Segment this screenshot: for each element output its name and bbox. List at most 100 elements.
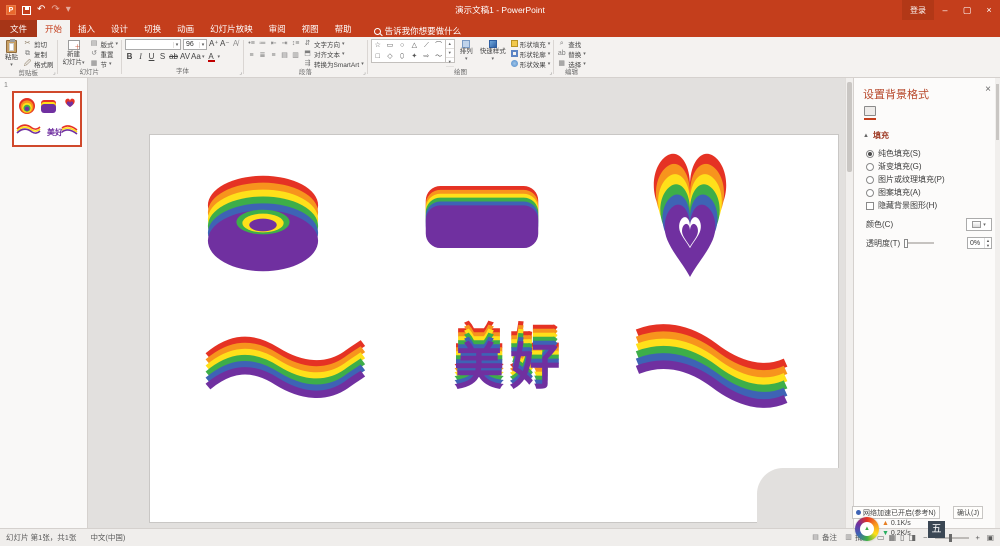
drawing-dialog-launcher[interactable]: ⌟ <box>549 70 552 76</box>
tab-design[interactable]: 设计 <box>103 20 136 37</box>
cut-button[interactable]: ✂剪切 <box>23 39 54 48</box>
strikethrough-button[interactable]: ab <box>169 52 178 61</box>
justify-icon[interactable]: ▤ <box>280 52 289 59</box>
section-button[interactable]: ▦节▾ <box>90 59 119 68</box>
radio-icon[interactable] <box>866 189 874 197</box>
quick-styles-button[interactable]: 快速样式▾ <box>478 39 508 63</box>
shrink-font-button[interactable]: A⁻ <box>220 39 229 50</box>
shape-wave-icon[interactable]: 〜 <box>433 51 445 62</box>
paragraph-dialog-launcher[interactable]: ⌟ <box>363 70 366 76</box>
option-pattern-fill[interactable]: 图案填充(A) <box>866 187 921 198</box>
checkbox-icon[interactable] <box>866 202 874 210</box>
tab-view[interactable]: 视图 <box>294 20 327 37</box>
pane-close-button[interactable]: × <box>982 84 994 95</box>
redo-icon[interactable]: ↷ <box>51 5 59 15</box>
fit-slide-button[interactable]: ▣ <box>987 533 994 542</box>
bold-button[interactable]: B <box>125 52 134 61</box>
align-center-icon[interactable]: ≣ <box>258 52 267 59</box>
option-solid-fill[interactable]: 纯色填充(S) <box>866 148 921 159</box>
transparency-slider[interactable] <box>904 242 934 244</box>
word-art-text[interactable]: 美好 <box>435 331 585 403</box>
transparency-spinbox[interactable]: 0% ▲▼ <box>967 237 992 249</box>
replace-button[interactable]: ab替换▾ <box>557 49 586 58</box>
align-left-icon[interactable]: ≡ <box>247 52 256 59</box>
shape-arrow-icon[interactable]: ⇨ <box>420 51 432 62</box>
tab-insert[interactable]: 插入 <box>70 20 103 37</box>
sign-in-button[interactable]: 登录 <box>902 0 934 20</box>
fill-bucket-icon[interactable] <box>864 106 876 116</box>
tab-slideshow[interactable]: 幻灯片放映 <box>202 20 261 37</box>
clear-format-button[interactable]: A̸ <box>231 39 240 50</box>
canvas-scrollbar-thumb[interactable] <box>847 82 852 172</box>
change-case-button[interactable]: Aa <box>191 52 200 61</box>
paste-button[interactable]: 粘贴▾ <box>3 39 20 69</box>
option-picture-fill[interactable]: 图片或纹理填充(P) <box>866 174 945 185</box>
notes-toggle[interactable]: ▤备注 <box>811 532 837 543</box>
slider-thumb[interactable] <box>904 239 908 248</box>
underline-button[interactable]: U <box>147 52 156 61</box>
shape-line-icon[interactable]: ⟋ <box>420 40 432 51</box>
shape-triangle-icon[interactable]: △ <box>408 40 420 51</box>
minimize-button[interactable]: – <box>934 0 956 20</box>
tab-help[interactable]: 帮助 <box>327 20 360 37</box>
radio-icon[interactable] <box>866 163 874 171</box>
undo-icon[interactable]: ↶ <box>37 5 45 15</box>
maximize-button[interactable]: ▢ <box>956 0 978 20</box>
new-slide-button[interactable]: 新建 幻灯片▾ <box>61 39 87 68</box>
language-indicator[interactable]: 中文(中国) <box>90 532 125 543</box>
shape-square-icon[interactable]: □ <box>372 51 384 62</box>
copy-button[interactable]: ⧉复制 <box>23 49 54 58</box>
tell-me-box[interactable]: 告诉我你想要做什么 <box>374 25 462 37</box>
shape-rect-icon[interactable]: ▭ <box>384 40 396 51</box>
gallery-scroll[interactable]: ▲▼▼ <box>445 40 454 62</box>
slide[interactable]: 美好 <box>150 135 838 522</box>
layout-button[interactable]: ▤版式▾ <box>90 39 119 48</box>
canvas-scrollbar[interactable] <box>845 78 853 528</box>
radio-icon[interactable] <box>866 150 874 158</box>
tab-animations[interactable]: 动画 <box>169 20 202 37</box>
char-spacing-button[interactable]: A︎V <box>180 52 189 61</box>
zoom-in-button[interactable]: + <box>976 533 980 542</box>
align-right-icon[interactable]: ≡ <box>269 52 278 59</box>
rainbow-wave-left-shape[interactable] <box>192 330 378 404</box>
line-spacing-icon[interactable]: ↕≡ <box>291 40 300 47</box>
slide-thumbnail-1[interactable]: 美好 <box>12 91 82 147</box>
ime-indicator[interactable]: 五 <box>928 521 945 538</box>
color-picker-button[interactable]: ▾ <box>966 218 992 231</box>
arrange-button[interactable]: 排列▾ <box>458 39 475 63</box>
pane-scrollbar[interactable] <box>995 78 1000 528</box>
shape-diamond-icon[interactable]: ◇ <box>384 51 396 62</box>
zoom-out-button[interactable]: − <box>923 533 927 542</box>
close-button[interactable]: × <box>978 0 1000 20</box>
tab-home[interactable]: 开始 <box>37 20 70 37</box>
network-speed-ball[interactable] <box>855 517 879 541</box>
shape-arc-icon[interactable]: ⌒ <box>433 40 445 51</box>
shapes-gallery[interactable]: ☆ ▭ ○ △ ⟋ ⌒ □ ◇ ⬯ ✦ ⇨ 〜 ▲▼▼ <box>371 39 455 63</box>
fill-section-header[interactable]: ▲ 填充 <box>863 130 889 141</box>
font-color-button[interactable]: A <box>207 52 216 61</box>
clipboard-dialog-launcher[interactable]: ⌟ <box>53 70 56 76</box>
radio-icon[interactable] <box>866 176 874 184</box>
grow-font-button[interactable]: A⁺ <box>209 39 218 50</box>
shape-fill-button[interactable]: 形状填充▾ <box>511 39 551 48</box>
font-size-combo[interactable]: 96▾ <box>183 39 207 50</box>
rainbow-ring-shape[interactable] <box>202 165 324 283</box>
shape-star2-icon[interactable]: ✦ <box>408 51 420 62</box>
rainbow-roundrect-shape[interactable] <box>422 186 542 250</box>
spin-down-icon[interactable]: ▼ <box>985 243 991 248</box>
pane-scrollbar-thumb[interactable] <box>996 84 999 140</box>
save-icon[interactable] <box>22 6 31 15</box>
tab-file[interactable]: 文件 <box>0 20 37 37</box>
font-name-combo[interactable]: ▾ <box>125 39 181 50</box>
font-dialog-launcher[interactable]: ⌟ <box>239 70 242 76</box>
select-button[interactable]: ▦选择▾ <box>557 59 586 68</box>
shape-star-icon[interactable]: ☆ <box>372 40 384 51</box>
shape-circle-icon[interactable]: ○ <box>396 40 408 51</box>
tab-transitions[interactable]: 切换 <box>136 20 169 37</box>
rainbow-wave-right-shape[interactable] <box>632 320 792 412</box>
align-text-button[interactable]: ⬒对齐文本▾ <box>303 49 364 58</box>
shape-effects-button[interactable]: 形状效果▾ <box>511 59 551 68</box>
shadow-button[interactable]: S <box>158 52 167 61</box>
reset-button[interactable]: ↺重置 <box>90 49 119 58</box>
option-hide-background[interactable]: 隐藏背景图形(H) <box>866 200 937 211</box>
